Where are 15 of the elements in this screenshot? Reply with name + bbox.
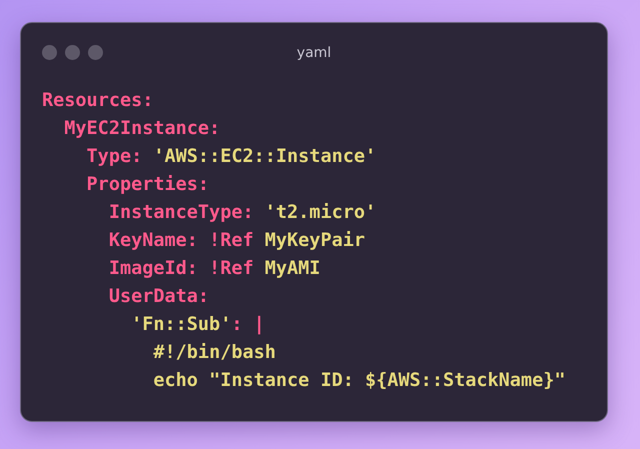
code-line: 'Fn::Sub': | xyxy=(130,313,266,337)
window-title: yaml xyxy=(296,44,332,63)
code-line: MyEC2Instance: xyxy=(63,117,222,141)
code-line: InstanceType: 't2.micro' xyxy=(108,201,378,225)
code-line: ImageId: !Ref MyAMI xyxy=(108,257,322,281)
window-dot-icon xyxy=(88,44,103,60)
window-dot-icon xyxy=(65,44,80,60)
code-line: KeyName: !Ref MyKeyPair xyxy=(108,229,366,253)
code-line: Type: 'AWS::EC2::Instance' xyxy=(86,145,378,169)
code-line: Properties: xyxy=(86,173,210,197)
code-line: UserData: xyxy=(108,285,210,309)
code-line: #!/bin/bash xyxy=(152,341,277,365)
window-dot-icon xyxy=(42,44,57,60)
code-line: echo "Instance ID: ${AWS::StackName}" xyxy=(152,369,566,393)
code-line: Resources: xyxy=(42,89,154,113)
